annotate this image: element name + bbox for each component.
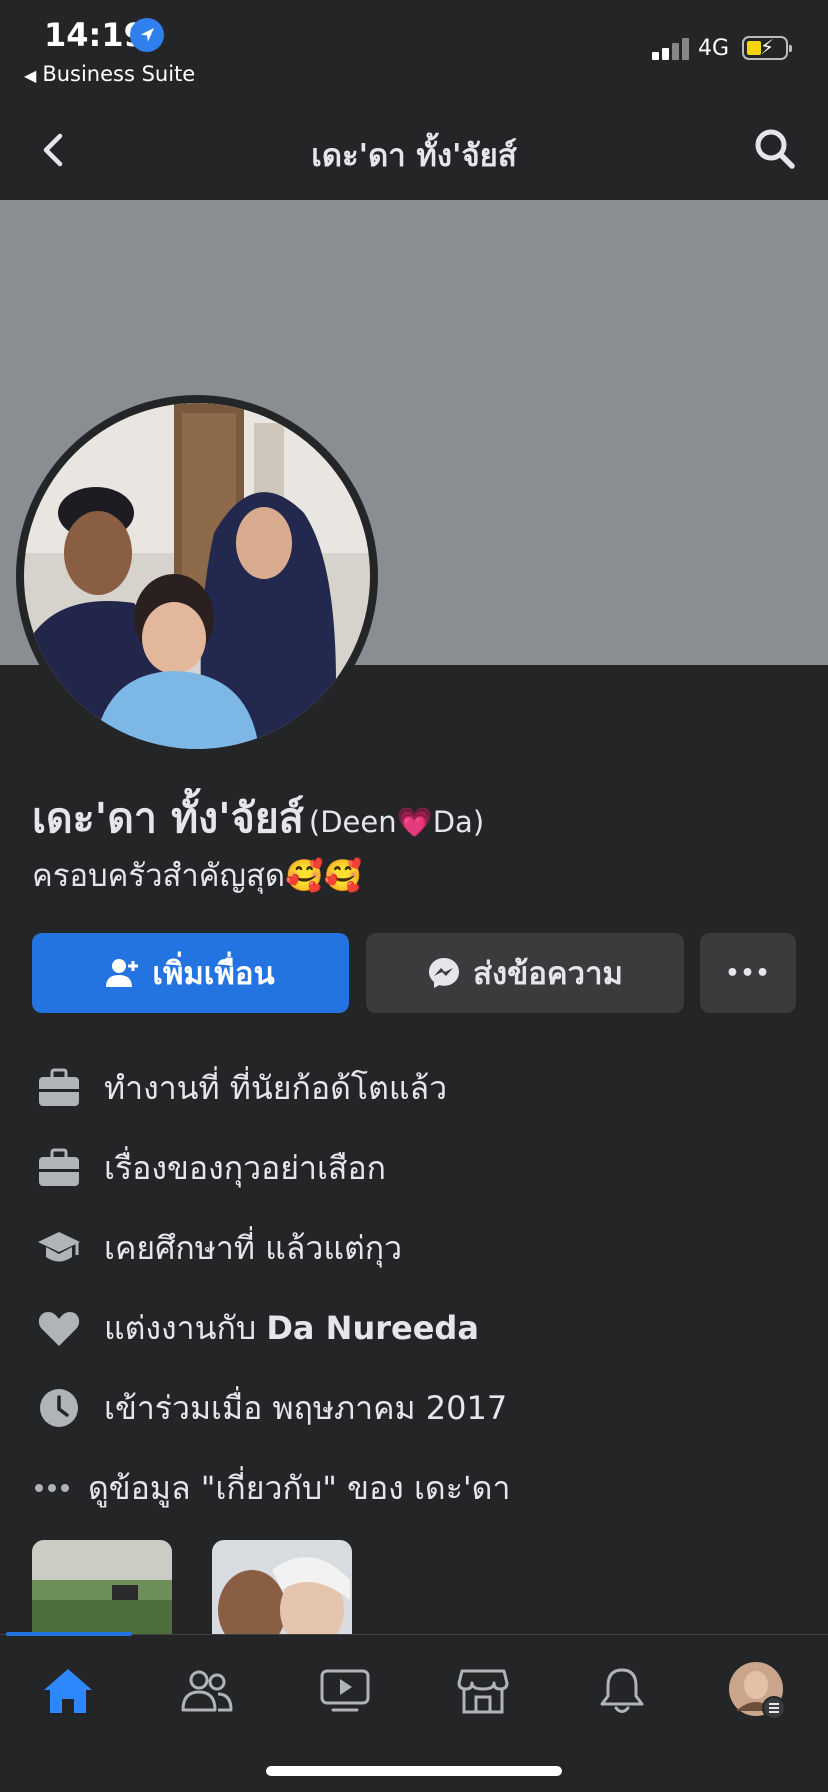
- tab-menu[interactable]: [726, 1659, 790, 1723]
- back-to-app-link[interactable]: ◀ Business Suite: [24, 62, 195, 86]
- status-bar: 14:19 ◀ Business Suite 4G ⚡: [0, 0, 828, 100]
- info-relationship-text: แต่งงานกับ Da Nureeda: [104, 1303, 479, 1354]
- graduation-cap-icon: [32, 1221, 86, 1275]
- tab-notifications[interactable]: [590, 1659, 654, 1723]
- network-type: 4G: [698, 36, 730, 61]
- photo-thumbnail[interactable]: [32, 1540, 172, 1640]
- profile-photo-image: [24, 403, 370, 749]
- partner-name-link[interactable]: Da Nureeda: [266, 1309, 479, 1347]
- video-icon: [320, 1669, 370, 1712]
- see-about-info-link[interactable]: ดูข้อมูล "เกี่ยวกับ" ของ เดะ'ดา: [32, 1458, 510, 1518]
- briefcase-icon: [32, 1061, 86, 1115]
- tab-marketplace[interactable]: [451, 1659, 515, 1723]
- location-arrow-icon: [130, 18, 164, 52]
- profile-bio: ครอบครัวสำคัญสุด🥰🥰: [32, 858, 363, 894]
- messenger-icon: [429, 958, 460, 988]
- info-row-education[interactable]: เคยศึกษาที่ แล้วแต่กุว: [32, 1218, 402, 1278]
- briefcase-icon: [32, 1141, 86, 1195]
- profile-name-main: เดะ'ดา ทั้ง'จัยส์: [32, 794, 304, 842]
- info-joined-text: เข้าร่วมเมื่อ พฤษภาคม 2017: [104, 1388, 508, 1427]
- back-triangle-icon: ◀: [24, 66, 37, 85]
- info-row-joined: เข้าร่วมเมื่อ พฤษภาคม 2017: [32, 1378, 507, 1438]
- add-friend-button[interactable]: เพิ่มเพื่อน: [32, 933, 349, 1013]
- profile-alt-name: (Deen💗Da): [308, 805, 485, 839]
- more-options-icon: •••: [725, 960, 771, 986]
- relationship-prefix: แต่งงานกับ: [104, 1308, 257, 1347]
- info-work-text: ทำงานที่ ที่นัยก้อด้โตแล้ว: [104, 1068, 448, 1107]
- tab-home[interactable]: [36, 1659, 100, 1723]
- home-icon: [44, 1669, 92, 1713]
- tab-friends[interactable]: [175, 1659, 239, 1723]
- battery-icon: ⚡: [742, 35, 792, 60]
- friends-icon: [181, 1670, 233, 1712]
- marketplace-icon: [457, 1669, 509, 1714]
- message-label: ส่งข้อความ: [473, 956, 623, 992]
- profile-picture[interactable]: [16, 395, 378, 757]
- photo-thumbnail[interactable]: [212, 1540, 352, 1640]
- search-icon: [755, 129, 795, 169]
- info-row-work[interactable]: ทำงานที่ ที่นัยก้อด้โตแล้ว: [32, 1058, 447, 1118]
- home-indicator[interactable]: [266, 1766, 562, 1776]
- more-dots-icon: [32, 1461, 72, 1515]
- more-options-button[interactable]: •••: [700, 933, 796, 1013]
- message-button[interactable]: ส่งข้อความ: [366, 933, 684, 1013]
- back-app-label: Business Suite: [42, 62, 196, 86]
- search-button[interactable]: [750, 124, 800, 174]
- menu-avatar-icon: [729, 1662, 786, 1720]
- add-friend-label: เพิ่มเพื่อน: [152, 956, 275, 992]
- heart-icon: [32, 1301, 86, 1355]
- active-tab-indicator: [6, 1632, 132, 1636]
- cellular-signal-icon: [652, 38, 690, 60]
- tab-video[interactable]: [313, 1659, 377, 1723]
- see-about-info-text: ดูข้อมูล "เกี่ยวกับ" ของ เดะ'ดา: [88, 1468, 511, 1507]
- add-friend-icon: [106, 959, 139, 987]
- info-row-work-2[interactable]: เรื่องของกุวอย่าเสือก: [32, 1138, 386, 1198]
- info-row-relationship[interactable]: แต่งงานกับ Da Nureeda: [32, 1298, 479, 1358]
- page-title: เดะ'ดา ทั้ง'จัยส์: [311, 138, 517, 174]
- profile-name: เดะ'ดา ทั้ง'จัยส์ (Deen💗Da): [32, 786, 484, 851]
- info-work-2-text: เรื่องของกุวอย่าเสือก: [104, 1148, 387, 1187]
- clock-icon: [32, 1381, 86, 1435]
- bell-icon: [600, 1668, 644, 1713]
- info-education-text: เคยศึกษาที่ แล้วแต่กุว: [104, 1228, 403, 1267]
- nav-header: เดะ'ดา ทั้ง'จัยส์: [0, 100, 828, 200]
- profile-screen: 14:19 ◀ Business Suite 4G ⚡ เดะ'ดา ทั้ง'จ…: [0, 0, 828, 1792]
